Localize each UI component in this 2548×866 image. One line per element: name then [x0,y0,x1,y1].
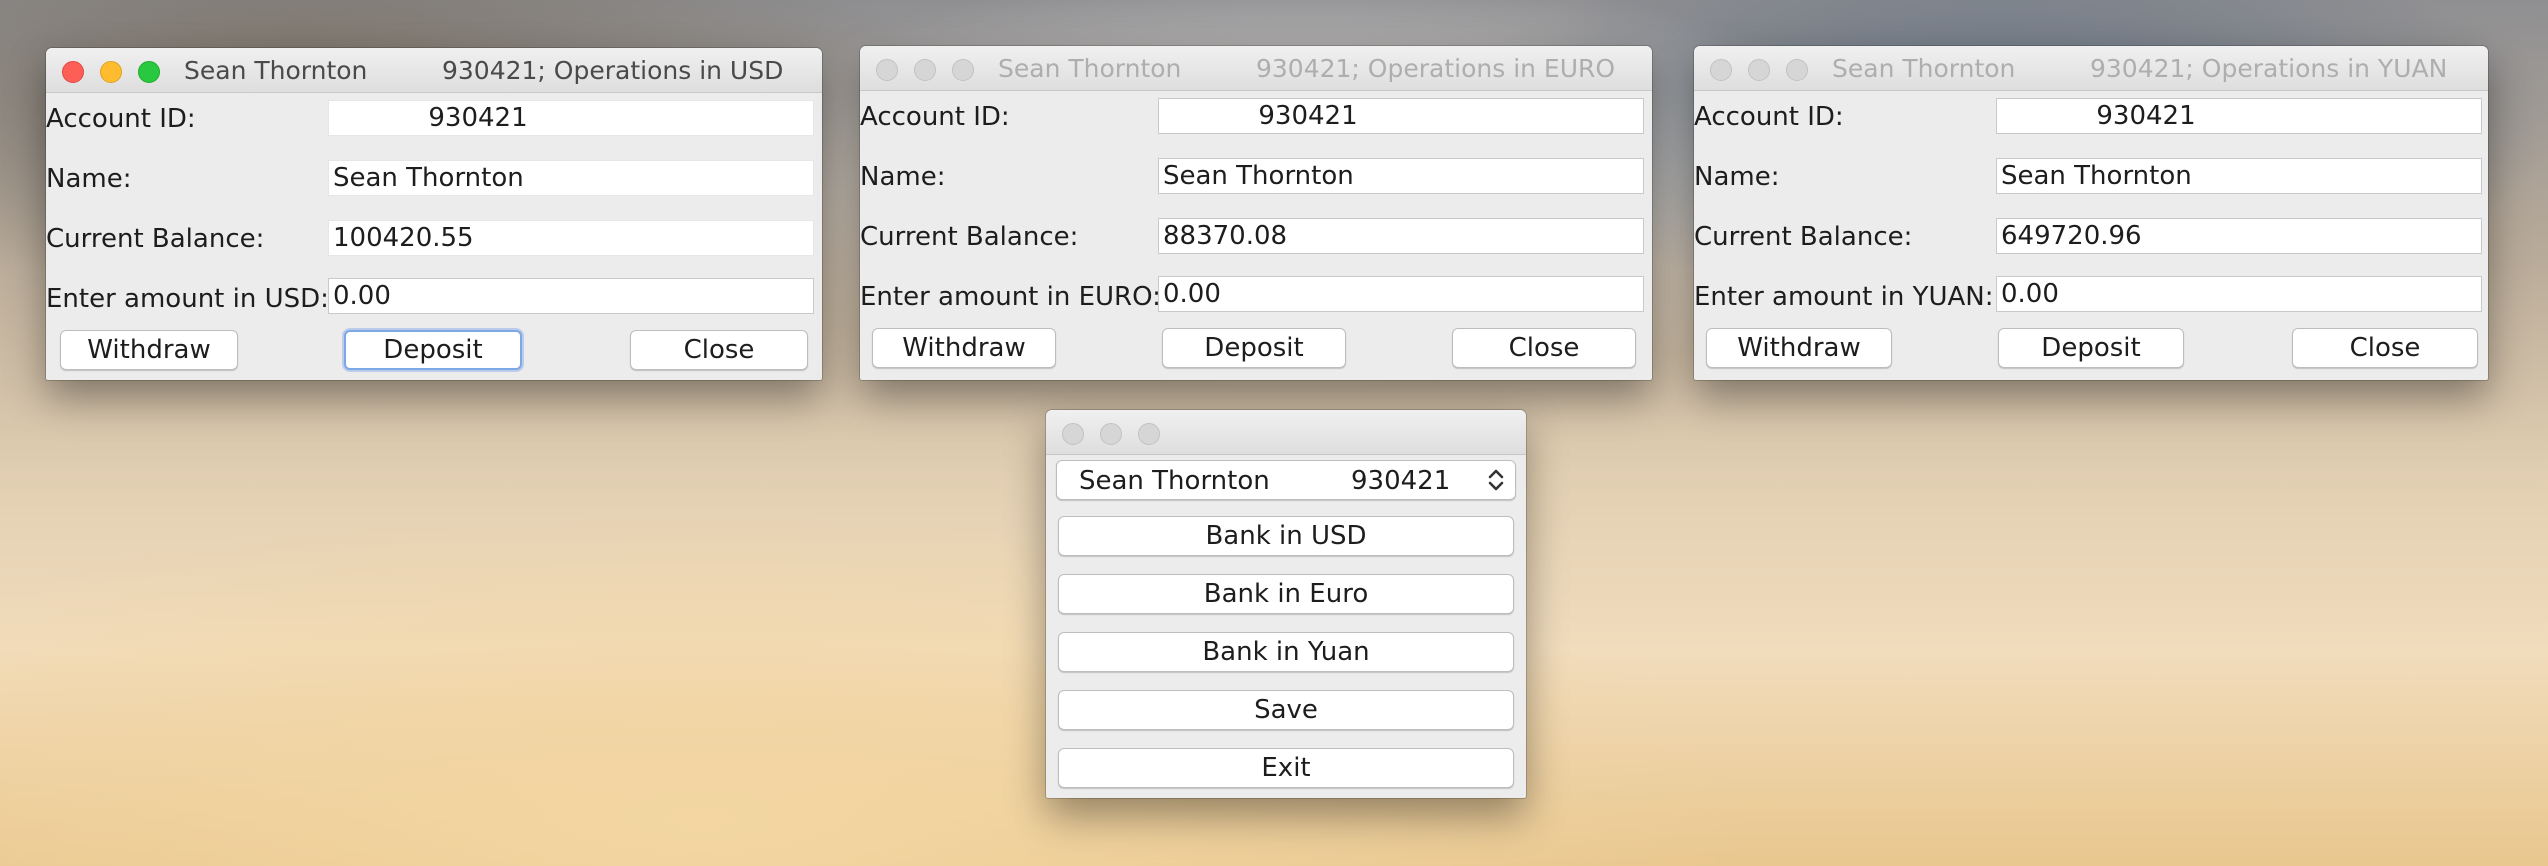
yuan-window-titlebar[interactable]: Sean Thornton 930421; Operations in YUAN [1694,46,2488,91]
window-title-name: Sean Thornton [1832,54,2016,83]
close-button[interactable]: Close [630,330,808,370]
balance-label: Current Balance: [46,224,265,254]
name-field[interactable] [328,160,814,196]
account-id-label: Account ID: [1694,102,1844,132]
close-icon[interactable] [876,59,898,81]
usd-window-titlebar[interactable]: Sean Thornton 930421; Operations in USD [46,48,822,93]
deposit-button[interactable]: Deposit [1162,328,1346,368]
exit-button[interactable]: Exit [1058,748,1514,788]
balance-field[interactable] [328,220,814,256]
menu-window-titlebar[interactable] [1046,410,1526,455]
account-id-field[interactable] [1996,98,2482,134]
usd-operations-window: Sean Thornton 930421; Operations in USD … [46,48,822,380]
minimize-icon[interactable] [1748,59,1770,81]
amount-input[interactable] [1996,276,2482,312]
window-title-name: Sean Thornton [998,54,1182,83]
euro-operations-window: Sean Thornton 930421; Operations in EURO… [860,46,1652,380]
zoom-icon[interactable] [1786,59,1808,81]
name-field[interactable] [1996,158,2482,194]
name-label: Name: [1694,162,1780,192]
zoom-icon[interactable] [1138,423,1160,445]
balance-label: Current Balance: [1694,222,1913,252]
balance-label: Current Balance: [860,222,1079,252]
minimize-icon[interactable] [914,59,936,81]
window-controls [62,61,160,83]
balance-field[interactable] [1996,218,2482,254]
minimize-icon[interactable] [100,61,122,83]
window-title-name: Sean Thornton [184,56,368,85]
name-label: Name: [46,164,132,194]
balance-field[interactable] [1158,218,1644,254]
account-id-field[interactable] [328,100,814,136]
account-id-label: Account ID: [860,102,1010,132]
amount-label: Enter amount in USD: [46,284,329,314]
save-button[interactable]: Save [1058,690,1514,730]
yuan-operations-window: Sean Thornton 930421; Operations in YUAN… [1694,46,2488,380]
close-button[interactable]: Close [2292,328,2478,368]
withdraw-button[interactable]: Withdraw [872,328,1056,368]
zoom-icon[interactable] [138,61,160,83]
amount-input[interactable] [1158,276,1644,312]
bank-in-usd-button[interactable]: Bank in USD [1058,516,1514,556]
amount-label: Enter amount in YUAN: [1694,282,1994,312]
deposit-button[interactable]: Deposit [344,330,522,370]
account-select-id: 930421 [1351,466,1451,496]
withdraw-button[interactable]: Withdraw [1706,328,1892,368]
window-title-info: 930421; Operations in YUAN [2090,54,2448,83]
account-id-label: Account ID: [46,104,196,134]
zoom-icon[interactable] [952,59,974,81]
close-icon[interactable] [1062,423,1084,445]
minimize-icon[interactable] [1100,423,1122,445]
window-controls [876,59,974,81]
euro-window-titlebar[interactable]: Sean Thornton 930421; Operations in EURO [860,46,1652,91]
amount-label: Enter amount in EURO: [860,282,1161,312]
window-controls [1710,59,1808,81]
amount-input[interactable] [328,278,814,314]
deposit-button[interactable]: Deposit [1998,328,2184,368]
window-controls [1062,423,1160,445]
close-icon[interactable] [62,61,84,83]
withdraw-button[interactable]: Withdraw [60,330,238,370]
close-button[interactable]: Close [1452,328,1636,368]
name-label: Name: [860,162,946,192]
main-menu-window: Sean Thornton 930421 Bank in USD Bank in… [1046,410,1526,798]
bank-in-euro-button[interactable]: Bank in Euro [1058,574,1514,614]
name-field[interactable] [1158,158,1644,194]
bank-in-yuan-button[interactable]: Bank in Yuan [1058,632,1514,672]
close-icon[interactable] [1710,59,1732,81]
updown-chevron-icon [1488,469,1504,491]
account-select[interactable]: Sean Thornton 930421 [1056,460,1516,500]
window-title-info: 930421; Operations in USD [442,56,784,85]
account-id-field[interactable] [1158,98,1644,134]
account-select-name: Sean Thornton [1079,466,1270,496]
window-title-info: 930421; Operations in EURO [1256,54,1616,83]
